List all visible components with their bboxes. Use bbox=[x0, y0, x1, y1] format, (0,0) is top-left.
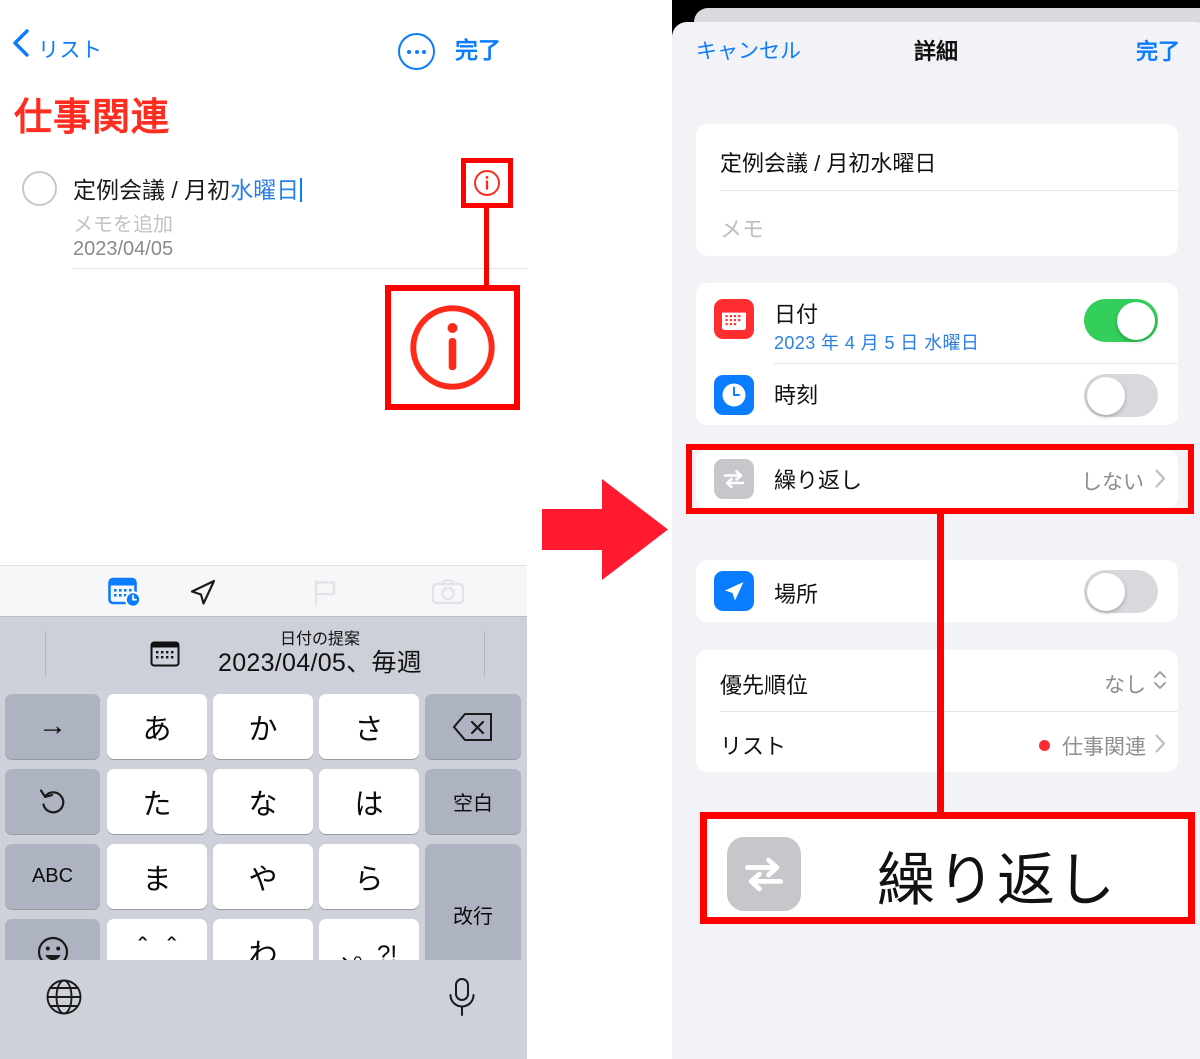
keyboard-bottom-row bbox=[0, 960, 527, 1059]
text-caret bbox=[300, 178, 303, 202]
reminder-title-plain: 定例会議 / 月初 bbox=[73, 177, 231, 203]
reminder-title-highlight: 水曜日 bbox=[230, 177, 300, 203]
undo-key-icon[interactable] bbox=[5, 769, 100, 834]
callout-connector-line bbox=[484, 208, 489, 286]
date-time-card: 日付 2023 年 4 月 5 日 水曜日 時刻 bbox=[696, 283, 1178, 425]
reminder-list-item[interactable]: 定例会議 / 月初水曜日 メモを追加 2023/04/05 bbox=[0, 158, 527, 278]
chevron-left-icon[interactable] bbox=[10, 28, 32, 57]
list-value[interactable]: 仕事関連 bbox=[1056, 731, 1146, 761]
location-cell-label: 場所 bbox=[774, 582, 819, 607]
key-na[interactable]: な bbox=[213, 769, 313, 834]
date-cell-label: 日付 bbox=[774, 302, 819, 327]
location-toggle[interactable] bbox=[1084, 570, 1158, 613]
date-cell-value[interactable]: 2023 年 4 月 5 日 水曜日 bbox=[774, 329, 979, 355]
key-ha[interactable]: は bbox=[319, 769, 419, 834]
key-a[interactable]: あ bbox=[107, 694, 207, 759]
keyboard-suggestion-bar: 日付の提案 2023/04/05、毎週 bbox=[0, 616, 527, 691]
calendar-icon bbox=[150, 641, 180, 667]
date-time-divider bbox=[774, 363, 1178, 364]
key-ka[interactable]: か bbox=[213, 694, 313, 759]
globe-icon[interactable] bbox=[45, 978, 83, 1016]
meta-divider bbox=[720, 711, 1178, 712]
ellipsis-dots bbox=[407, 49, 426, 54]
clock-icon bbox=[714, 375, 754, 415]
page-title: 仕事関連 bbox=[14, 97, 171, 139]
info-button-highlight-box bbox=[461, 158, 513, 208]
suggestion-heading: 日付の提案 bbox=[279, 631, 360, 648]
checkbox-circle-icon[interactable] bbox=[22, 171, 57, 206]
list-color-dot bbox=[1039, 740, 1050, 751]
repeat-icon bbox=[727, 837, 801, 911]
key-ya[interactable]: や bbox=[213, 844, 313, 909]
time-cell-label: 時刻 bbox=[774, 383, 819, 408]
reminder-title-field[interactable]: 定例会議 / 月初水曜日 bbox=[720, 146, 936, 178]
field-divider bbox=[720, 190, 1178, 191]
repeat-callout-box: 繰り返し bbox=[700, 812, 1195, 924]
info-circle-icon[interactable] bbox=[472, 168, 502, 198]
key-space[interactable]: 空白 bbox=[425, 769, 521, 834]
detail-done-button[interactable]: 完了 bbox=[672, 34, 1180, 66]
delete-key-icon[interactable] bbox=[425, 694, 521, 759]
toggle-knob bbox=[1117, 301, 1155, 340]
key-ra[interactable]: ら bbox=[319, 844, 419, 909]
keyboard-accessory-toolbar bbox=[0, 565, 527, 617]
camera-icon[interactable] bbox=[428, 574, 468, 610]
location-arrow-icon bbox=[714, 571, 754, 611]
back-to-list-button[interactable]: リスト bbox=[38, 34, 103, 64]
suggestion-divider-right bbox=[484, 631, 485, 677]
reminder-note-placeholder[interactable]: メモを追加 bbox=[73, 208, 173, 237]
right-arrow-icon bbox=[542, 479, 668, 580]
key-sa[interactable]: さ bbox=[319, 694, 419, 759]
list-label: リスト bbox=[720, 734, 787, 759]
location-arrow-icon[interactable] bbox=[182, 574, 222, 610]
priority-value[interactable]: なし bbox=[1016, 669, 1146, 699]
priority-label: 優先順位 bbox=[720, 673, 809, 698]
microphone-icon[interactable] bbox=[445, 976, 479, 1018]
suggestion-value: 2023/04/05、毎週 bbox=[217, 649, 423, 678]
suggestion-divider-left bbox=[45, 631, 46, 677]
memo-field[interactable]: メモ bbox=[720, 212, 764, 244]
toggle-knob bbox=[1086, 572, 1125, 611]
toggle-knob bbox=[1086, 376, 1125, 415]
calendar-clock-icon[interactable] bbox=[105, 574, 145, 610]
screenshot-stage: リスト 完了 仕事関連 定例会議 / 月初水曜日 メモを追加 2023/04/0… bbox=[0, 0, 1200, 1059]
flag-icon[interactable] bbox=[305, 574, 345, 610]
calendar-icon bbox=[714, 299, 754, 339]
time-toggle[interactable] bbox=[1084, 374, 1158, 417]
reminder-date: 2023/04/05 bbox=[73, 238, 174, 260]
reminder-title[interactable]: 定例会議 / 月初水曜日 bbox=[73, 171, 303, 205]
key-abc-switch[interactable]: ABC bbox=[5, 844, 100, 909]
detail-text-card: 定例会議 / 月初水曜日 メモ bbox=[696, 124, 1178, 256]
repeat-callout-connector bbox=[937, 510, 944, 815]
info-icon-callout-box bbox=[385, 285, 520, 410]
key-ta[interactable]: た bbox=[107, 769, 207, 834]
key-ma[interactable]: ま bbox=[107, 844, 207, 909]
date-toggle[interactable] bbox=[1084, 299, 1158, 342]
info-circle-icon-zoomed bbox=[410, 305, 495, 390]
list-row-divider bbox=[73, 268, 527, 269]
repeat-callout-label: 繰り返し bbox=[877, 848, 1118, 913]
left-screen: リスト 完了 仕事関連 定例会議 / 月初水曜日 メモを追加 2023/04/0… bbox=[0, 0, 527, 1059]
key-next-candidate[interactable]: → bbox=[5, 694, 100, 759]
up-down-chevron-icon[interactable] bbox=[1152, 669, 1168, 691]
repeat-cell-highlight-box bbox=[686, 444, 1194, 514]
date-suggestion[interactable]: 日付の提案 2023/04/05、毎週 bbox=[190, 631, 450, 678]
ellipsis-circle-icon[interactable] bbox=[398, 33, 435, 70]
done-button[interactable]: 完了 bbox=[455, 31, 501, 65]
chevron-right-icon bbox=[1155, 734, 1166, 753]
